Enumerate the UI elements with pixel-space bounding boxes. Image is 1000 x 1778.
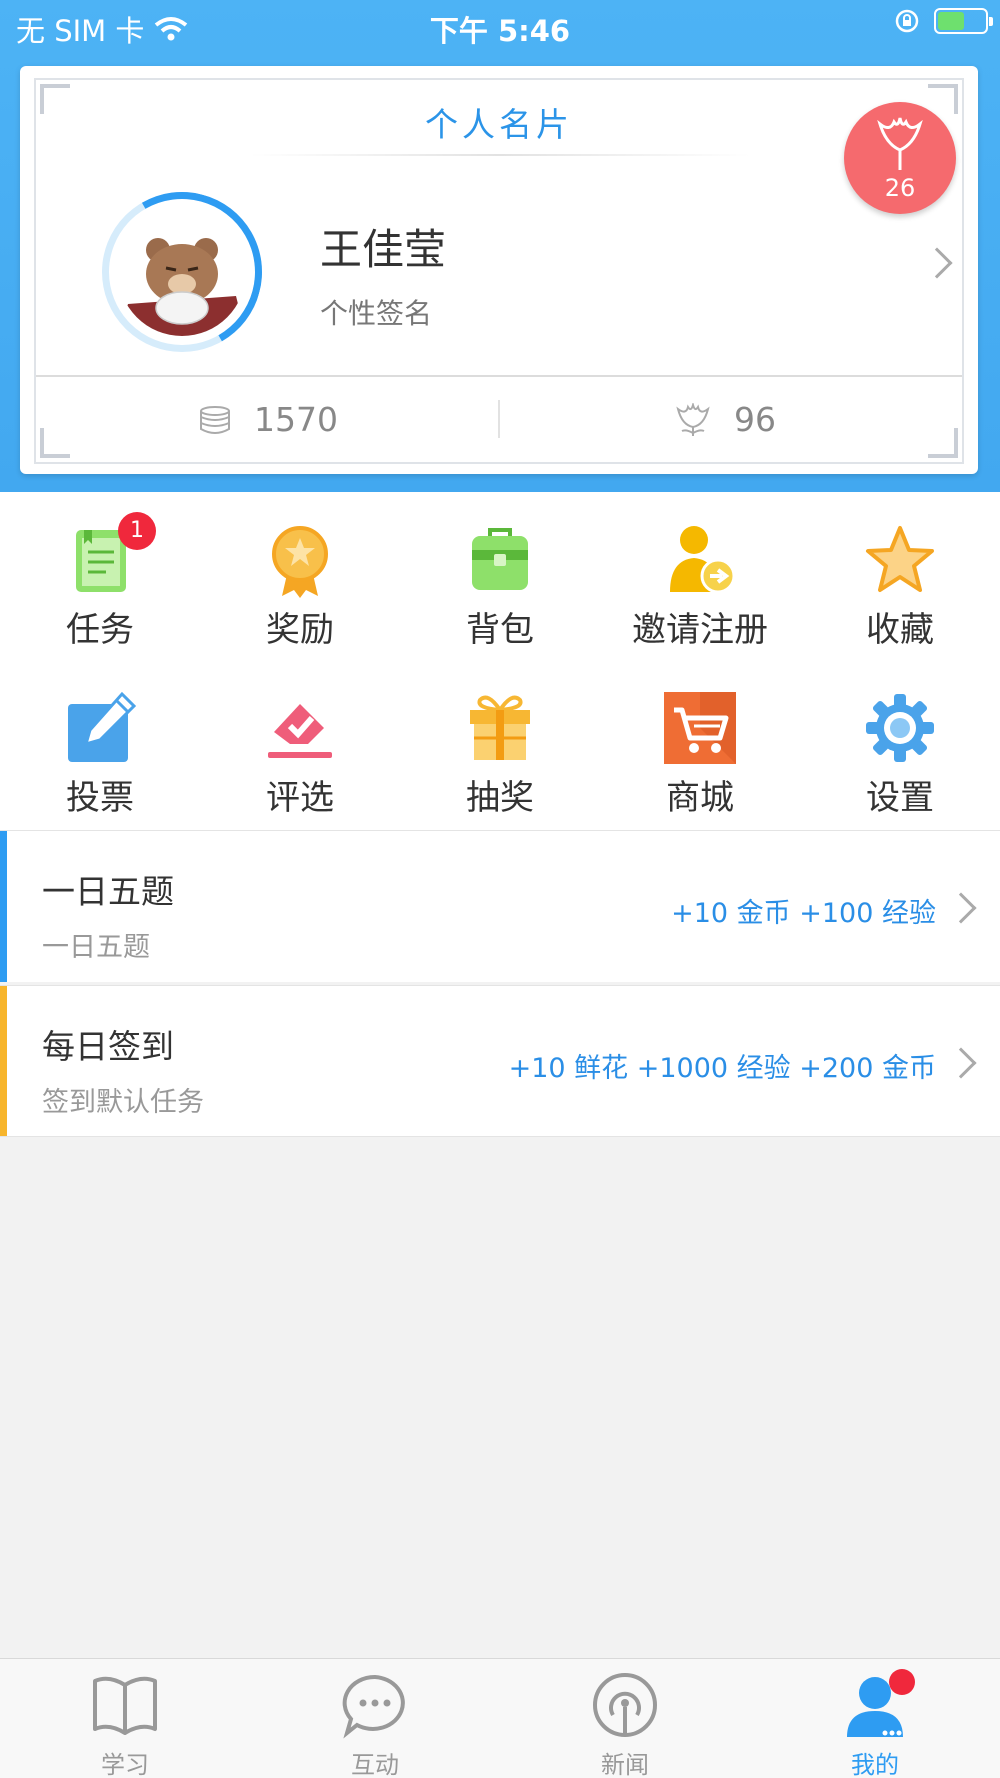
task-desc: 一日五题 [42, 932, 150, 963]
battery-icon [934, 8, 993, 34]
card-divider [36, 375, 962, 377]
task-name: 每日签到 [42, 1027, 174, 1066]
coins-value: 1570 [254, 400, 338, 439]
grid-item-invite[interactable]: 邀请注册 [600, 520, 800, 651]
user-name: 王佳莹 [320, 225, 447, 274]
grid-label: 背包 [466, 610, 534, 650]
invite-user-icon [670, 526, 736, 594]
grid-item-backpack[interactable]: 背包 [400, 520, 600, 651]
bottom-tab-bar: 学习 互动 新闻 我的 [0, 1658, 1000, 1778]
tab-label: 新闻 [601, 1751, 649, 1778]
tab-interact[interactable]: 互动 [250, 1671, 500, 1778]
chat-bubble-icon [342, 1674, 405, 1739]
tulip-outline-icon [676, 402, 710, 436]
function-grid: 1 任务 奖励 背包 邀请注册 收藏 投票 评选 抽奖 商城 设置 [0, 492, 1000, 830]
avatar[interactable] [118, 208, 246, 336]
broadcast-icon [593, 1673, 657, 1737]
star-icon [866, 526, 934, 592]
vote-pencil-icon [68, 691, 137, 762]
grid-label: 抽奖 [466, 778, 534, 818]
rotation-lock-icon [895, 9, 919, 33]
flowers-stat: 96 [674, 400, 776, 439]
grid-item-selection[interactable]: 评选 [200, 688, 400, 819]
chevron-right-icon [945, 892, 977, 924]
ballot-check-icon [268, 704, 332, 758]
grid-item-vote[interactable]: 投票 [0, 688, 200, 819]
coins-stat: 1570 [198, 400, 338, 439]
coins-stack-icon [200, 405, 230, 434]
flower-badge-count: 26 [884, 174, 916, 202]
grid-label: 任务 [66, 610, 134, 650]
notification-dot [889, 1669, 915, 1695]
task-name: 一日五题 [42, 872, 174, 911]
tab-news[interactable]: 新闻 [500, 1671, 750, 1778]
open-book-icon [93, 1676, 157, 1735]
profile-card[interactable]: 个人名片 王佳莹 个性签名 26 1570 96 [20, 66, 978, 474]
task-accent-bar [0, 986, 7, 1136]
grid-label: 设置 [866, 778, 934, 818]
grid-label: 收藏 [866, 610, 934, 650]
grid-label: 投票 [66, 778, 134, 818]
title-divider [250, 154, 750, 156]
gear-icon [866, 694, 934, 762]
grid-item-settings[interactable]: 设置 [800, 688, 1000, 819]
gift-icon [470, 695, 530, 760]
tab-label: 学习 [101, 1751, 149, 1778]
grid-item-favorites[interactable]: 收藏 [800, 520, 1000, 651]
grid-item-lottery[interactable]: 抽奖 [400, 688, 600, 819]
status-bar: 无 SIM 卡 下午 5:46 [0, 0, 1000, 50]
task-reward: +10 金币 +100 经验 [671, 898, 936, 929]
tulip-icon [877, 117, 923, 170]
grid-label: 邀请注册 [632, 610, 768, 650]
task-row-daily-checkin[interactable]: 每日签到 签到默认任务 +10 鲜花 +1000 经验 +200 金币 [0, 985, 1000, 1137]
grid-item-reward[interactable]: 奖励 [200, 520, 400, 651]
award-medal-icon [272, 526, 328, 598]
task-accent-bar [0, 831, 7, 982]
flowers-value: 96 [734, 400, 776, 439]
tab-label: 互动 [351, 1751, 399, 1778]
grid-label: 评选 [266, 778, 334, 818]
card-title: 个人名片 [425, 105, 573, 144]
flower-badge[interactable]: 26 [844, 102, 956, 214]
grid-item-task[interactable]: 1 任务 [0, 512, 200, 651]
user-signature: 个性签名 [320, 297, 433, 330]
chevron-right-icon [945, 1047, 977, 1079]
task-reward: +10 鲜花 +1000 经验 +200 金币 [508, 1053, 936, 1084]
task-row-daily-five[interactable]: 一日五题 一日五题 +10 金币 +100 经验 [0, 830, 1000, 982]
tab-mine[interactable]: 我的 [750, 1669, 1000, 1778]
backpack-icon [472, 528, 528, 590]
grid-label: 奖励 [266, 610, 334, 650]
shopping-cart-icon [664, 692, 736, 764]
stat-separator [498, 400, 500, 438]
grid-item-mall[interactable]: 商城 [600, 688, 800, 819]
tab-label: 我的 [851, 1751, 899, 1778]
task-desc: 签到默认任务 [42, 1087, 204, 1118]
bear-avatar-icon [118, 208, 246, 336]
status-time: 下午 5:46 [429, 14, 571, 48]
grid-label: 商城 [666, 778, 734, 818]
tab-study[interactable]: 学习 [0, 1671, 250, 1778]
task-badge: 1 [118, 512, 156, 550]
